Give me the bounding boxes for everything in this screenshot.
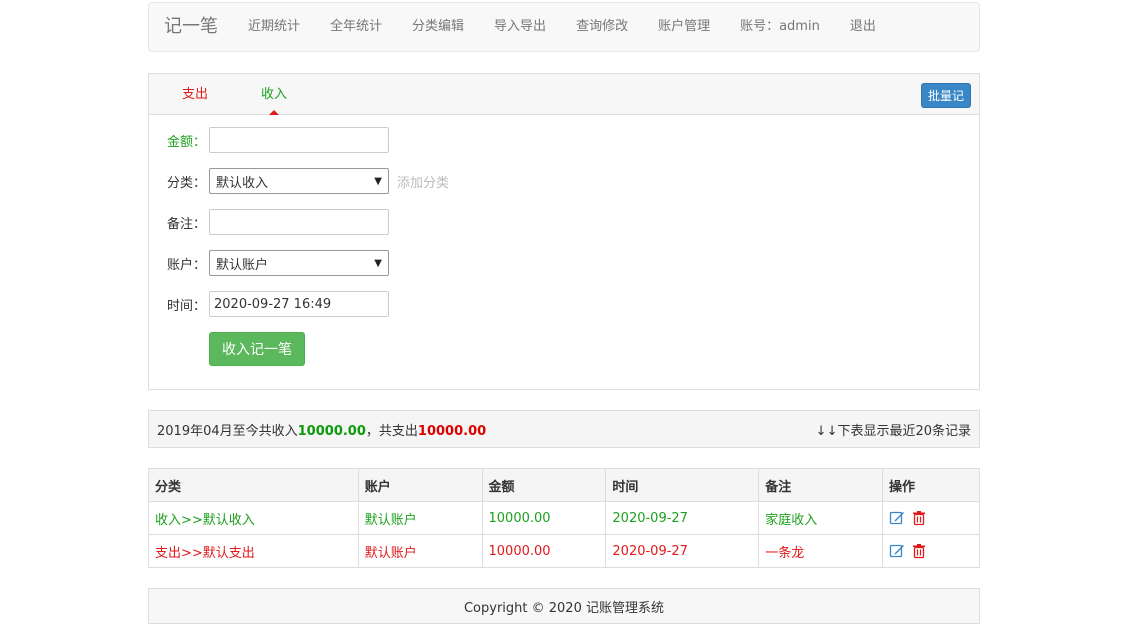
nav-account-manage[interactable]: 账户管理 — [643, 2, 725, 52]
time-label: 时间： — [167, 298, 207, 314]
cell-category: 支出>>默认支出 — [148, 534, 359, 568]
cell-amount: 10000.00 — [481, 501, 607, 535]
cell-note: 家庭收入 — [758, 501, 884, 535]
edit-icon[interactable] — [889, 510, 905, 526]
summary-middle: ，共支出 — [365, 423, 418, 439]
brand-logo[interactable]: 记一笔 — [164, 2, 218, 52]
table-row: 收入>>默认收入 默认账户 10000.00 2020-09-27 家庭收入 — [148, 501, 980, 535]
nav-logout[interactable]: 退出 — [835, 2, 891, 52]
cell-account: 默认账户 — [357, 501, 483, 535]
category-selected-value: 默认收入 — [216, 175, 269, 191]
table-header-row: 分类 账户 金额 时间 备注 操作 — [148, 468, 980, 502]
tab-expense[interactable]: 支出 — [182, 74, 208, 115]
records-table: 分类 账户 金额 时间 备注 操作 收入>>默认收入 默认账户 10000.00… — [148, 468, 980, 568]
cell-note: 一条龙 — [758, 534, 884, 568]
nav-import-export[interactable]: 导入导出 — [479, 2, 561, 52]
nav-query-modify[interactable]: 查询修改 — [561, 2, 643, 52]
trash-icon[interactable] — [911, 510, 927, 526]
submit-income-button[interactable]: 收入记一笔 — [209, 332, 305, 366]
header-actions: 操作 — [882, 468, 980, 502]
cell-amount: 10000.00 — [481, 534, 607, 568]
cell-date: 2020-09-27 — [605, 501, 760, 535]
note-label: 备注： — [167, 216, 207, 232]
chevron-down-icon: ▼ — [374, 257, 382, 269]
expense-total: 10000.00 — [417, 423, 487, 439]
nav-recent-stats[interactable]: 近期统计 — [233, 2, 315, 52]
account-label: 账户： — [167, 257, 207, 273]
header-category: 分类 — [148, 468, 359, 502]
header-amount: 金额 — [481, 468, 607, 502]
account-selected-value: 默认账户 — [216, 257, 269, 273]
time-input[interactable]: 2020-09-27 16:49 — [209, 291, 389, 317]
header-account: 账户 — [357, 468, 483, 502]
table-row: 支出>>默认支出 默认账户 10000.00 2020-09-27 一条龙 — [148, 534, 980, 568]
recent-records-note: ↓↓下表显示最近20条记录 — [815, 423, 971, 439]
amount-row: 金额： — [167, 127, 389, 153]
trash-icon[interactable] — [911, 543, 927, 559]
time-row: 时间： 2020-09-27 16:49 — [167, 291, 389, 317]
cell-category: 收入>>默认收入 — [148, 501, 359, 535]
summary-bar: 2019年04月至今共收入10000.00，共支出10000.00 ↓↓下表显示… — [148, 410, 980, 448]
add-category-link[interactable]: 添加分类 — [397, 172, 449, 191]
category-label: 分类： — [167, 175, 207, 191]
amount-input[interactable] — [209, 127, 389, 153]
cell-actions — [882, 501, 980, 535]
entry-panel: 支出 收入 批量记 金额： 分类： 默认收入 ▼ 添加分类 备注： 账户： 默认… — [148, 73, 980, 390]
header-time: 时间 — [605, 468, 760, 502]
panel-tabs: 支出 收入 批量记 — [149, 74, 979, 115]
chevron-down-icon: ▼ — [374, 175, 382, 187]
nav-year-stats[interactable]: 全年统计 — [315, 2, 397, 52]
active-tab-caret-icon — [269, 110, 279, 115]
summary-text: 2019年04月至今共收入10000.00，共支出10000.00 — [157, 420, 486, 439]
category-select[interactable]: 默认收入 ▼ — [209, 168, 389, 194]
note-input[interactable] — [209, 209, 389, 235]
edit-icon[interactable] — [889, 543, 905, 559]
cell-actions — [882, 534, 980, 568]
top-navbar: 记一笔 近期统计 全年统计 分类编辑 导入导出 查询修改 账户管理 账号：adm… — [148, 2, 980, 52]
account-select[interactable]: 默认账户 ▼ — [209, 250, 389, 276]
page-footer: Copyright © 2020 记账管理系统 — [148, 588, 980, 624]
cell-account: 默认账户 — [357, 534, 483, 568]
nav-user-account[interactable]: 账号：admin — [725, 2, 835, 52]
note-row: 备注： — [167, 209, 389, 235]
account-row: 账户： 默认账户 ▼ — [167, 250, 389, 276]
tab-income[interactable]: 收入 — [261, 74, 287, 115]
income-total: 10000.00 — [297, 423, 366, 439]
nav-category-edit[interactable]: 分类编辑 — [397, 2, 479, 52]
amount-label: 金额： — [167, 134, 207, 150]
batch-entry-button[interactable]: 批量记 — [920, 83, 971, 108]
header-note: 备注 — [758, 468, 884, 502]
cell-date: 2020-09-27 — [605, 534, 760, 568]
summary-prefix: 2019年04月至今共收入 — [157, 423, 298, 439]
category-row: 分类： 默认收入 ▼ 添加分类 — [167, 168, 449, 194]
